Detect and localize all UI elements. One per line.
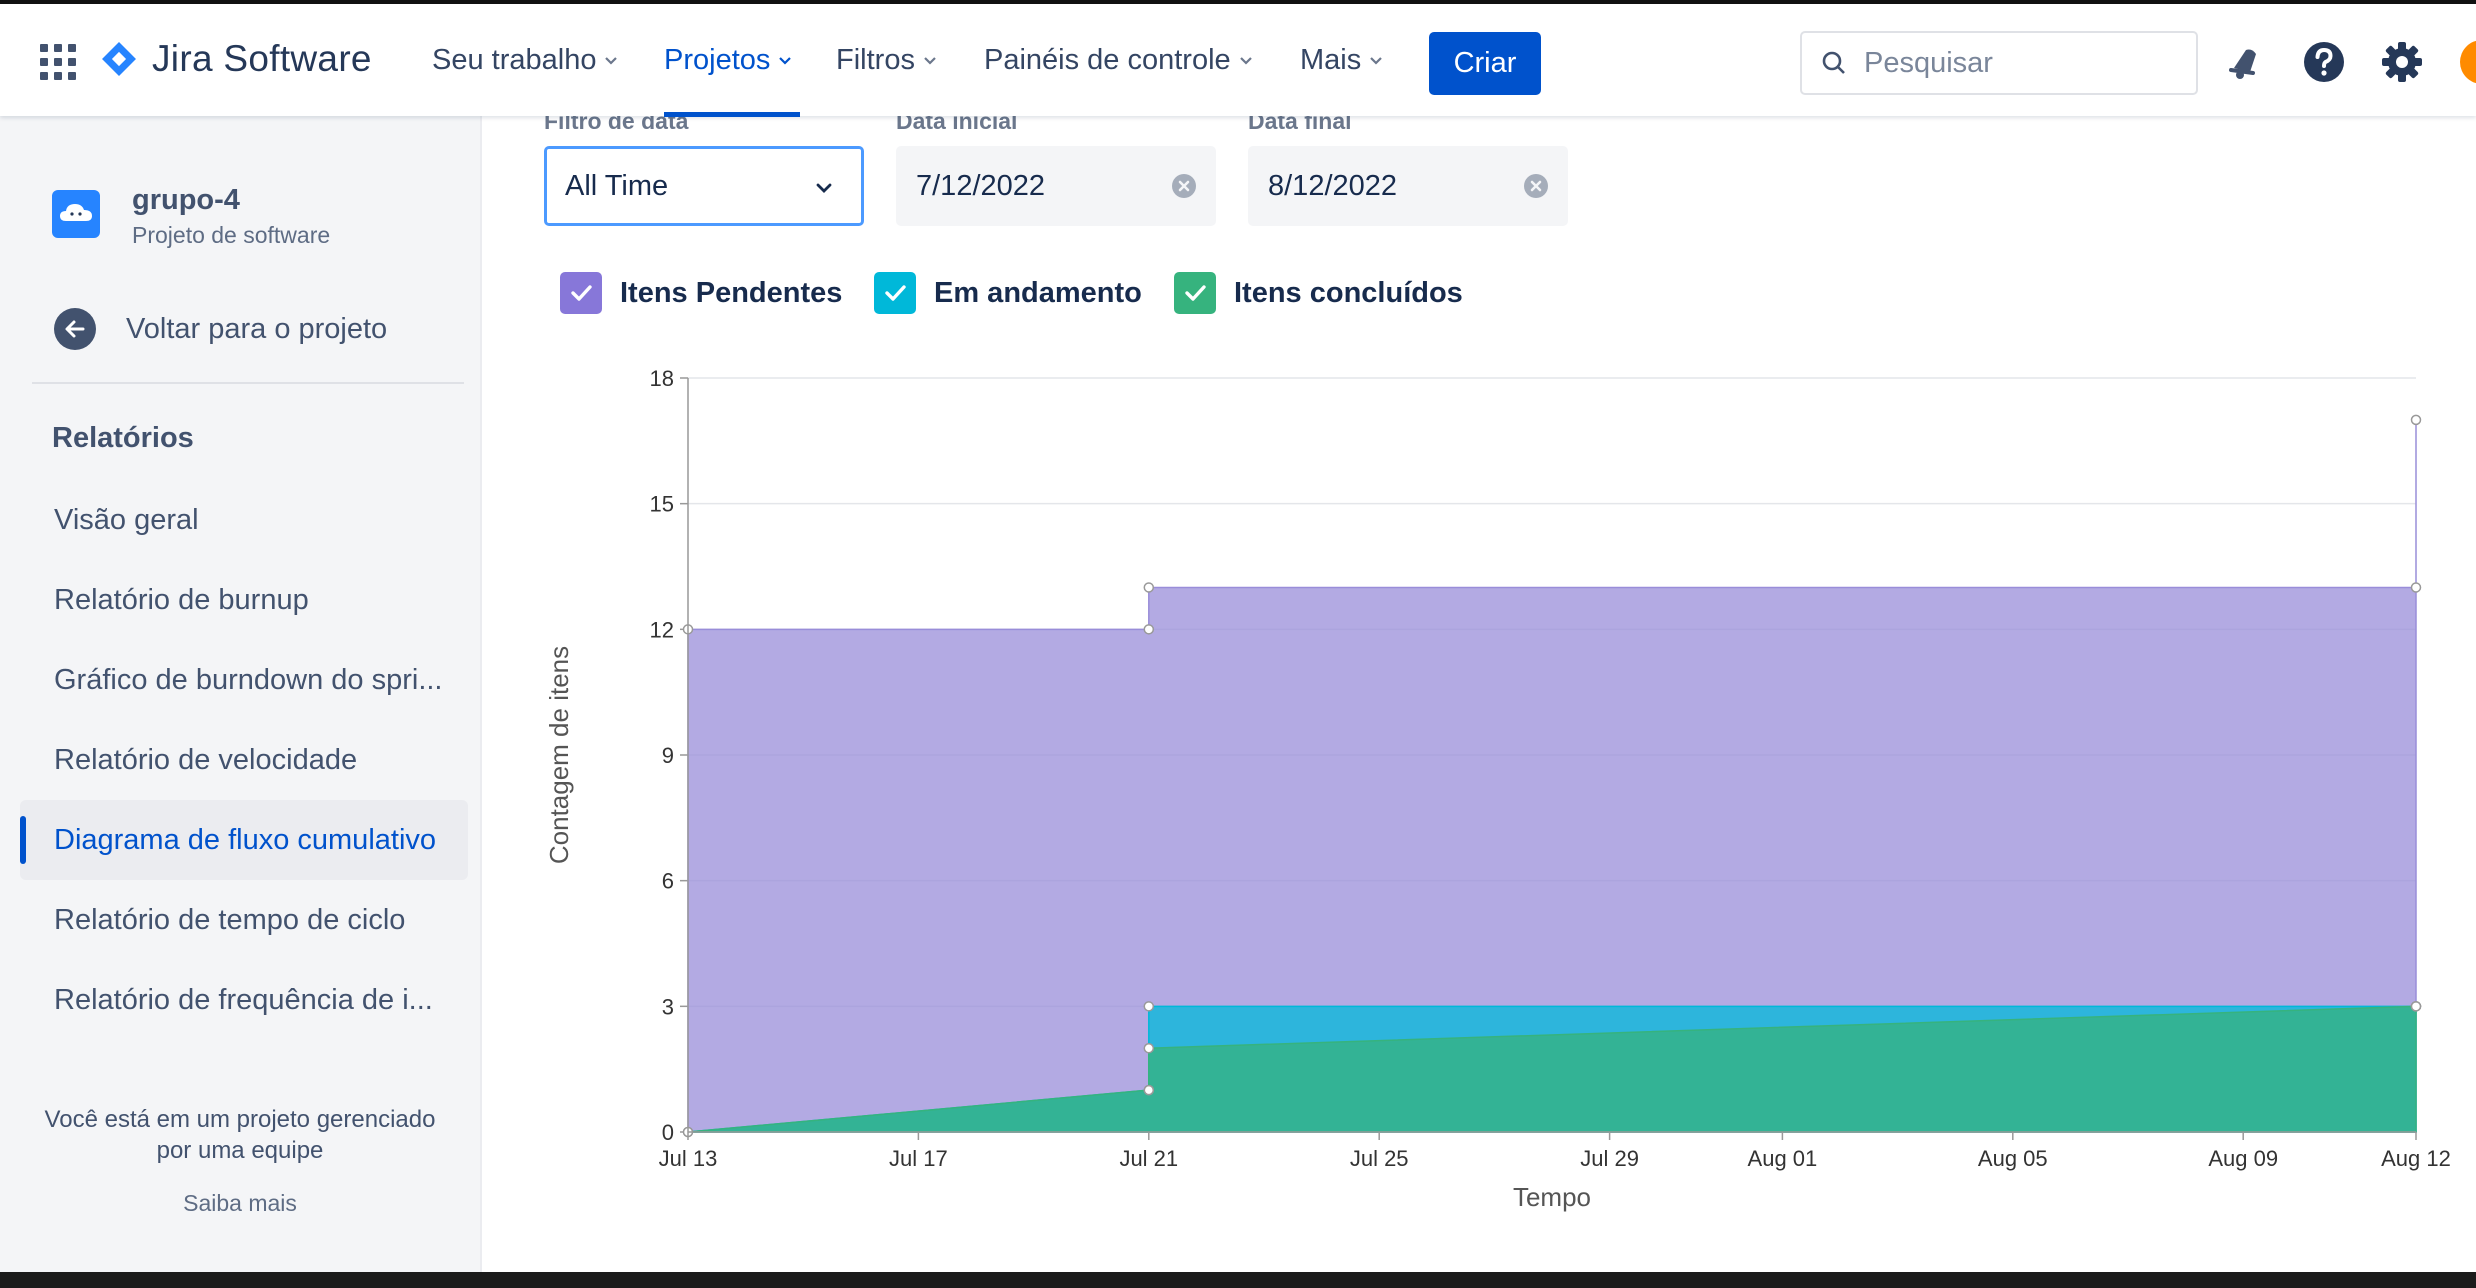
project-sidebar: grupo-4 Projeto de software Voltar para … (0, 116, 482, 1272)
start-date-field[interactable]: 7/12/2022 (896, 146, 1216, 226)
nav-label: Projetos (664, 44, 771, 76)
checkbox-checked-icon (1174, 272, 1216, 314)
nav-paineis-de-controle[interactable]: Painéis de controle (984, 44, 1255, 77)
nav-projetos[interactable]: Projetos (664, 44, 794, 77)
help-icon[interactable] (2302, 40, 2346, 84)
nav-mais[interactable]: Mais (1300, 44, 1385, 77)
top-navigation-bar: Jira Software Seu trabalho Projetos Filt… (0, 0, 2476, 117)
app-switcher-icon[interactable] (40, 44, 76, 80)
data-point (1143, 624, 1155, 635)
data-point (1143, 1001, 1155, 1012)
data-point (1143, 1042, 1155, 1054)
reports-heading: Relatórios (52, 422, 194, 454)
learn-more-link[interactable]: Saiba mais (20, 1190, 460, 1217)
search-input[interactable] (1862, 45, 2166, 81)
search-icon (1822, 51, 1845, 74)
product-name: Jira Software (152, 38, 372, 79)
chevron-down-icon (779, 56, 792, 65)
sidebar-item-frequencia[interactable]: Relatório de frequência de i... (20, 960, 468, 1040)
chevron-down-icon (1370, 56, 1383, 65)
legend-label: Em andamento (934, 276, 1142, 309)
x-axis-title: Tempo (1513, 1182, 1591, 1212)
cloud-icon (60, 204, 92, 221)
start-date-value: 7/12/2022 (916, 169, 1046, 202)
data-point (1143, 1084, 1155, 1096)
x-tick-label: Jul 21 (1119, 1146, 1178, 1171)
x-tick-label: Aug 12 (2381, 1146, 2451, 1171)
y-tick-label: 18 (650, 366, 674, 391)
project-type: Projeto de software (132, 222, 331, 248)
jira-logo[interactable]: Jira Software (100, 38, 372, 80)
y-tick-label: 12 (650, 617, 674, 642)
date-filter-select[interactable]: All Time (544, 146, 864, 226)
x-tick-label: Aug 09 (2208, 1146, 2278, 1171)
nav-label: Seu trabalho (432, 44, 597, 76)
create-button[interactable]: Criar (1429, 32, 1541, 95)
arrow-left-icon (54, 308, 96, 350)
y-axis-title: Contagem de itens (544, 646, 574, 864)
back-label: Voltar para o projeto (126, 312, 388, 345)
search-box[interactable] (1800, 31, 2198, 95)
nav-seu-trabalho[interactable]: Seu trabalho (432, 44, 620, 77)
data-point (2410, 1001, 2422, 1012)
back-to-project-link[interactable]: Voltar para o projeto (54, 308, 387, 350)
checkbox-checked-icon (874, 272, 916, 314)
sidebar-item-fluxo-cumulativo[interactable]: Diagrama de fluxo cumulativo (20, 800, 468, 880)
y-tick-label: 9 (662, 743, 674, 768)
x-tick-label: Jul 13 (659, 1146, 718, 1171)
y-tick-label: 6 (662, 869, 674, 894)
jira-diamond-icon (102, 42, 136, 76)
checkbox-checked-icon (560, 272, 602, 314)
legend-pending-toggle[interactable]: Itens Pendentes (560, 272, 842, 314)
y-tick-label: 0 (662, 1120, 674, 1145)
sidebar-item-burnup[interactable]: Relatório de burnup (20, 560, 468, 640)
legend-label: Itens Pendentes (620, 276, 843, 309)
chevron-down-icon (924, 56, 936, 65)
legend-done-toggle[interactable]: Itens concluídos (1174, 272, 1463, 314)
x-tick-label: Jul 17 (889, 1146, 948, 1171)
data-point (2410, 414, 2422, 426)
sidebar-item-burndown[interactable]: Gráfico de burndown do spri... (20, 640, 468, 720)
user-avatar[interactable] (2460, 40, 2476, 84)
project-avatar-icon (52, 190, 100, 238)
cumulative-flow-chart: 0 3 6 9 12 15 18 Jul 13 Jul 17 Jul 21 Jul 25 Jul 29… (544, 366, 2451, 1212)
chevron-down-icon (605, 56, 618, 65)
date-filter-value: All Time (565, 169, 669, 202)
notice-line: Você está em um projeto gerenciado (44, 1106, 436, 1133)
data-point (2410, 582, 2422, 593)
end-date-field[interactable]: 8/12/2022 (1248, 146, 1568, 226)
x-tick-label: Aug 01 (1748, 1146, 1818, 1171)
team-managed-notice: Você está em um projeto gerenciado por u… (20, 1104, 460, 1166)
sidebar-divider (32, 382, 464, 384)
nav-filtros[interactable]: Filtros (836, 44, 939, 77)
end-date-value: 8/12/2022 (1268, 169, 1398, 202)
legend-in-progress-toggle[interactable]: Em andamento (874, 272, 1142, 314)
sidebar-item-velocidade[interactable]: Relatório de velocidade (20, 720, 468, 800)
x-tick-label: Aug 05 (1978, 1146, 2048, 1171)
nav-label: Mais (1300, 44, 1362, 76)
x-tick-label: Jul 25 (1350, 1146, 1409, 1171)
sidebar-item-tempo-de-ciclo[interactable]: Relatório de tempo de ciclo (20, 880, 468, 960)
dock-edge (0, 1272, 2476, 1288)
chevron-down-icon (816, 183, 832, 193)
nav-label: Filtros (836, 44, 915, 76)
notifications-bell-icon[interactable] (2222, 40, 2266, 84)
y-tick-label: 15 (650, 492, 674, 517)
sidebar-item-visao-geral[interactable]: Visão geral (20, 480, 468, 560)
x-tick-label: Jul 29 (1580, 1146, 1639, 1171)
notice-line: por uma equipe (156, 1137, 324, 1164)
y-tick-label: 3 (662, 994, 674, 1019)
active-nav-indicator (664, 112, 800, 117)
nav-label: Painéis de controle (984, 44, 1231, 76)
data-point (1143, 582, 1155, 593)
legend-label: Itens concluídos (1234, 276, 1463, 309)
settings-gear-icon[interactable] (2380, 40, 2424, 84)
project-name: grupo-4 (132, 184, 240, 216)
chevron-down-icon (1239, 56, 1252, 65)
clear-icon[interactable] (1524, 174, 1548, 198)
clear-icon[interactable] (1172, 174, 1196, 198)
